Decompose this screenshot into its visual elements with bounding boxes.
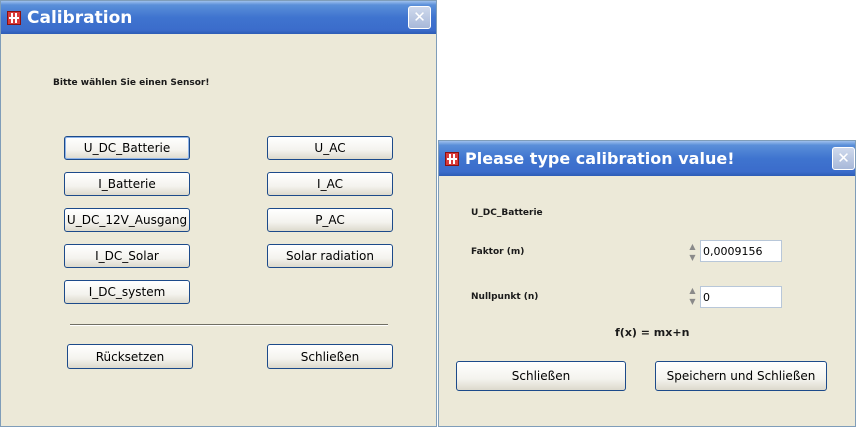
sensor-button-solar-radiation[interactable]: Solar radiation <box>267 244 393 268</box>
separator-line <box>70 324 388 325</box>
reset-button[interactable]: Rücksetzen <box>67 344 193 369</box>
save-and-close-button[interactable]: Speichern und Schließen <box>655 361 827 391</box>
offset-stepper[interactable]: ▲ ▼ <box>687 286 698 306</box>
sensor-button-u-ac[interactable]: U_AC <box>267 136 393 160</box>
factor-input[interactable]: 0,0009156 <box>700 240 782 262</box>
calibration-title: Calibration <box>27 7 133 28</box>
value-dialog-title: Please type calibration value! <box>465 149 735 168</box>
sensor-button-i-batterie[interactable]: I_Batterie <box>64 172 190 196</box>
close-button[interactable]: Schließen <box>267 344 393 369</box>
factor-stepper[interactable]: ▲ ▼ <box>687 242 698 262</box>
spin-down-icon[interactable]: ▼ <box>687 297 698 306</box>
calibration-window: Calibration ✕ Bitte wählen Sie einen Sen… <box>0 0 437 427</box>
sensor-button-i-ac[interactable]: I_AC <box>267 172 393 196</box>
calibration-value-dialog: Please type calibration value! ✕ U_DC_Ba… <box>438 140 856 427</box>
spin-up-icon[interactable]: ▲ <box>687 286 698 295</box>
sensor-button-i-dc-solar[interactable]: I_DC_Solar <box>64 244 190 268</box>
sensor-name-label: U_DC_Batterie <box>471 208 543 218</box>
factor-label: Faktor (m) <box>471 247 525 257</box>
app-icon <box>445 151 459 166</box>
sensor-button-i-dc-system[interactable]: I_DC_system <box>64 280 190 304</box>
sensor-button-u-dc-12v-ausgang[interactable]: U_DC_12V_Ausgang <box>64 208 190 232</box>
offset-input[interactable]: 0 <box>700 286 782 308</box>
app-icon <box>7 10 21 25</box>
value-dialog-titlebar[interactable]: Please type calibration value! ✕ <box>439 141 855 176</box>
sensor-button-p-ac[interactable]: P_AC <box>267 208 393 232</box>
close-icon[interactable]: ✕ <box>408 6 431 29</box>
close-icon[interactable]: ✕ <box>832 147 855 170</box>
sensor-prompt: Bitte wählen Sie einen Sensor! <box>53 78 210 88</box>
formula-text: f(x) = mx+n <box>615 326 690 339</box>
calibration-titlebar[interactable]: Calibration ✕ <box>1 1 436 34</box>
close-button[interactable]: Schließen <box>456 361 626 391</box>
offset-label: Nullpunkt (n) <box>471 292 539 302</box>
spin-down-icon[interactable]: ▼ <box>687 253 698 262</box>
spin-up-icon[interactable]: ▲ <box>687 242 698 251</box>
sensor-button-u-dc-batterie[interactable]: U_DC_Batterie <box>64 136 190 160</box>
